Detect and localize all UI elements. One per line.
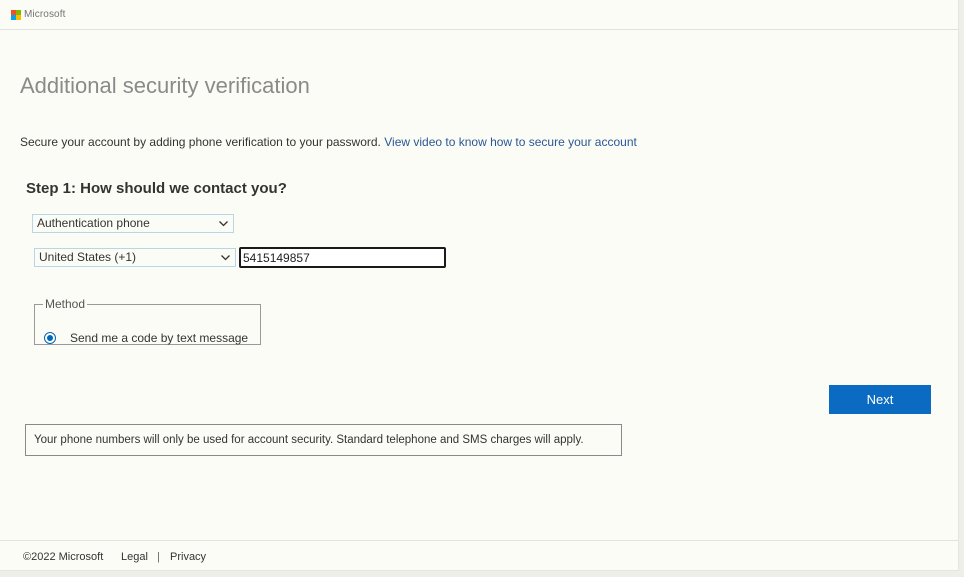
step-title: Step 1: How should we contact you? (26, 180, 287, 197)
method-fieldset: Method Send me a code by text message (34, 297, 261, 345)
chevron-down-icon (218, 215, 229, 238)
phone-usage-notice: Your phone numbers will only be used for… (25, 424, 622, 456)
microsoft-logo-icon (11, 10, 21, 20)
legal-link[interactable]: Legal (121, 551, 148, 563)
method-legend: Method (45, 297, 86, 311)
footer: ©2022 Microsoft Legal | Privacy (0, 540, 958, 571)
text-message-radio[interactable] (44, 332, 56, 344)
phone-number-input[interactable] (239, 247, 446, 268)
contact-method-select[interactable]: Authentication phone (32, 214, 234, 233)
privacy-link[interactable]: Privacy (170, 551, 206, 563)
chevron-down-icon (220, 249, 231, 272)
footer-separator: | (157, 551, 160, 563)
next-button[interactable]: Next (829, 385, 931, 414)
page-subtitle: Secure your account by adding phone veri… (20, 135, 637, 149)
text-message-option[interactable]: Send me a code by text message (44, 331, 248, 345)
country-code-select[interactable]: United States (+1) (34, 248, 236, 267)
country-code-value: United States (+1) (39, 250, 137, 264)
copyright-text: ©2022 Microsoft (23, 551, 104, 563)
subtitle-text: Secure your account by adding phone veri… (20, 135, 381, 149)
top-bar: Microsoft (0, 0, 958, 30)
page: Microsoft Additional security verificati… (0, 0, 959, 571)
brand-name: Microsoft (24, 9, 66, 20)
contact-method-value: Authentication phone (37, 216, 150, 230)
text-message-label: Send me a code by text message (70, 331, 249, 345)
view-video-link[interactable]: View video to know how to secure your ac… (384, 135, 637, 149)
page-title: Additional security verification (20, 73, 310, 98)
